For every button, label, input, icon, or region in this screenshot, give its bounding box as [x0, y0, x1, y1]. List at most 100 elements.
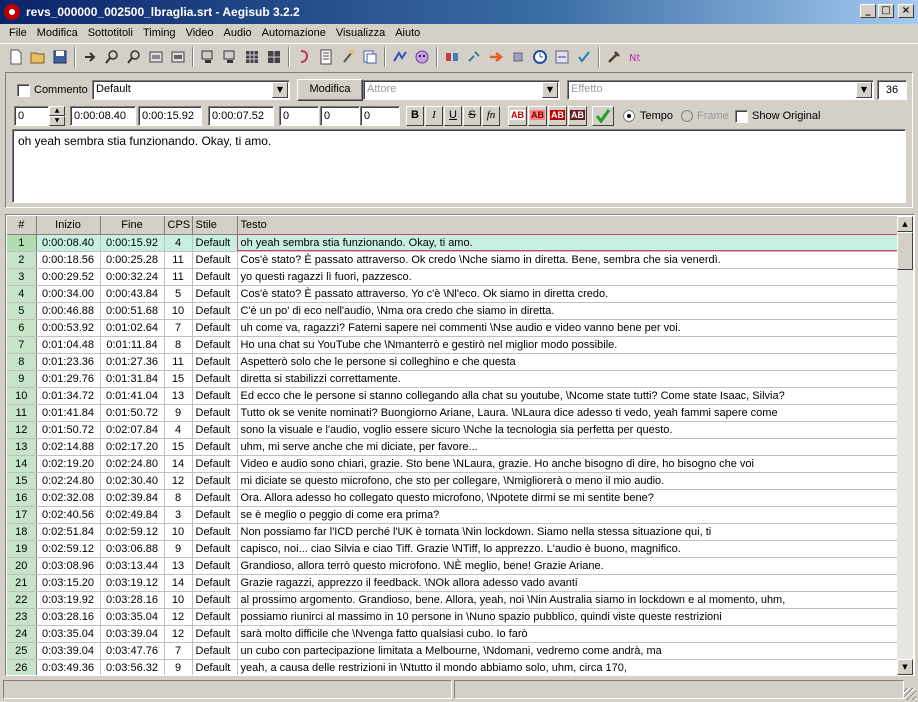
menu-sottotitoli[interactable]: Sottotitoli [83, 27, 138, 39]
menu-modifica[interactable]: Modifica [32, 27, 83, 39]
attachments-icon[interactable] [337, 46, 359, 68]
table-row[interactable]: 24 0:03:35.04 0:03:39.04 12 Default sarà molt… [7, 625, 898, 643]
table-row[interactable]: 25 0:03:39.04 0:03:47.76 7 Default un cubo co… [7, 642, 898, 660]
actor-field[interactable]: Attore ▼ [363, 80, 560, 100]
bold-button[interactable]: B [406, 106, 424, 126]
font-button[interactable]: fn [482, 106, 500, 126]
table-row[interactable]: 14 0:02:19.20 0:02:24.80 14 Default Video e a… [7, 455, 898, 473]
italic-button[interactable]: I [425, 106, 443, 126]
column-header-end[interactable]: Fine [100, 216, 165, 235]
find-icon[interactable] [463, 46, 485, 68]
video-details-icon[interactable] [197, 46, 219, 68]
table-row[interactable]: 7 0:01:04.48 0:01:11.84 8 Default Ho una chat… [7, 336, 898, 354]
snap-end-icon[interactable] [167, 46, 189, 68]
resize-grip-icon[interactable] [904, 688, 916, 700]
menu-audio[interactable]: Audio [219, 27, 257, 39]
table-row[interactable]: 18 0:02:51.84 0:02:59.12 10 Default Non possi… [7, 523, 898, 541]
scroll-thumb[interactable] [897, 232, 913, 270]
table-row[interactable]: 16 0:02:32.08 0:02:39.84 8 Default Ora. Allor… [7, 489, 898, 507]
outline-color-button[interactable]: AB [548, 106, 567, 126]
commit-button[interactable] [592, 106, 614, 126]
column-header-start[interactable]: Inizio [36, 216, 101, 235]
table-row[interactable]: 20 0:03:08.96 0:03:13.44 13 Default Grandioso… [7, 557, 898, 575]
effect-field[interactable]: Effetto ▼ [567, 80, 874, 100]
shift-times-icon[interactable] [485, 46, 507, 68]
open-folder-icon[interactable] [27, 46, 49, 68]
table-row[interactable]: 5 0:00:46.88 0:00:51.68 10 Default C'è un po'… [7, 302, 898, 320]
chevron-down-icon[interactable]: ▼ [272, 82, 288, 98]
video-frame-icon[interactable] [219, 46, 241, 68]
table-row[interactable]: 11 0:01:41.84 0:01:50.72 9 Default Tutto ok s… [7, 404, 898, 422]
table-row[interactable]: 17 0:02:40.56 0:02:49.84 3 Default se è megli… [7, 506, 898, 524]
save-icon[interactable] [49, 46, 71, 68]
table-row[interactable]: 13 0:02:14.88 0:02:17.20 15 Default uhm, mi s… [7, 438, 898, 456]
menu-timing[interactable]: Timing [138, 27, 181, 39]
fonts-collector-icon[interactable] [573, 46, 595, 68]
properties-icon[interactable] [359, 46, 381, 68]
snap-start-icon[interactable] [145, 46, 167, 68]
minimize-button[interactable]: _ [860, 4, 876, 18]
modify-style-button[interactable]: Modifica [297, 79, 363, 101]
aegisub-app-icon[interactable] [4, 4, 20, 20]
close-button[interactable]: × [898, 4, 914, 18]
table-row[interactable]: 3 0:00:29.52 0:00:32.24 11 Default yo questi … [7, 268, 898, 286]
frame-radio[interactable] [681, 110, 693, 122]
spellcheck-icon[interactable] [411, 46, 433, 68]
duration-field[interactable]: 0:00:07.52 [208, 106, 274, 126]
maximize-button[interactable]: □ [878, 4, 894, 18]
table-row[interactable]: 9 0:01:29.76 0:01:31.84 15 Default diretta si… [7, 370, 898, 388]
table-row[interactable]: 26 0:03:49.36 0:03:56.32 9 Default yeah, a ca… [7, 659, 898, 675]
jump-to-icon[interactable] [79, 46, 101, 68]
table-row[interactable]: 23 0:03:28.16 0:03:35.04 12 Default possiamo … [7, 608, 898, 626]
subtitle-text-editor[interactable]: oh yeah sembra stia funzionando. Okay, t… [12, 129, 906, 203]
column-header-number[interactable]: # [7, 216, 37, 235]
column-header-text[interactable]: Testo [237, 216, 898, 235]
show-original-checkbox[interactable] [735, 110, 748, 123]
table-row[interactable]: 10 0:01:34.72 0:01:41.04 13 Default Ed ecco c… [7, 387, 898, 405]
secondary-color-button[interactable]: AB [528, 106, 547, 126]
column-header-style[interactable]: Stile [192, 216, 238, 235]
underline-button[interactable]: U [444, 106, 462, 126]
chevron-down-icon[interactable]: ▼ [542, 82, 558, 98]
spin-down-icon[interactable]: ▼ [49, 116, 65, 126]
menu-video[interactable]: Video [181, 27, 219, 39]
margin-left-field[interactable]: 0 [279, 106, 319, 126]
spin-up-icon[interactable]: ▲ [49, 106, 65, 116]
time-radio[interactable] [623, 110, 635, 122]
primary-color-button[interactable]: AB [508, 106, 527, 126]
table-row[interactable]: 8 0:01:23.36 0:01:27.36 11 Default Aspetterò … [7, 353, 898, 371]
video-keyframe-icon[interactable] [263, 46, 285, 68]
translation-icon[interactable] [389, 46, 411, 68]
timing-postprocessor-icon[interactable] [507, 46, 529, 68]
resample-icon[interactable] [441, 46, 463, 68]
menu-automazione[interactable]: Automazione [257, 27, 331, 39]
margin-vertical-field[interactable]: 0 [360, 106, 400, 126]
strikeout-button[interactable]: S [463, 106, 481, 126]
table-row[interactable]: 12 0:01:50.72 0:02:07.84 4 Default sono la vi… [7, 421, 898, 439]
table-row[interactable]: 6 0:00:53.92 0:01:02.64 7 Default uh come va,… [7, 319, 898, 337]
scroll-up-icon[interactable]: ▲ [897, 216, 913, 232]
zoom-in-icon[interactable] [101, 46, 123, 68]
start-time-field[interactable]: 0:00:08.40 [70, 106, 136, 126]
layer-field[interactable]: 0 [14, 106, 49, 126]
comment-checkbox[interactable] [17, 84, 30, 97]
scroll-down-icon[interactable]: ▼ [897, 659, 913, 675]
table-row[interactable]: 22 0:03:19.92 0:03:28.16 10 Default al prossi… [7, 591, 898, 609]
menu-file[interactable]: File [0, 27, 32, 39]
table-row[interactable]: 15 0:02:24.80 0:02:30.40 12 Default mi diciat… [7, 472, 898, 490]
table-row[interactable]: 19 0:02:59.12 0:03:06.88 9 Default capisco, n… [7, 540, 898, 558]
table-row[interactable]: 21 0:03:15.20 0:03:19.12 14 Default Grazie ra… [7, 574, 898, 592]
video-grid-icon[interactable] [241, 46, 263, 68]
automation-icon[interactable] [293, 46, 315, 68]
table-row[interactable]: 4 0:00:34.00 0:00:43.84 5 Default Cos'è stato… [7, 285, 898, 303]
menu-aiuto[interactable]: Aiuto [390, 27, 425, 39]
table-row[interactable]: 1 0:00:08.40 0:00:15.92 4 Default oh yeah sem… [7, 234, 898, 252]
end-time-field[interactable]: 0:00:15.92 [138, 106, 202, 126]
table-row[interactable]: 2 0:00:18.56 0:00:25.28 11 Default Cos'è stat… [7, 251, 898, 269]
tools-icon[interactable] [603, 46, 625, 68]
nt-icon[interactable]: Nt [625, 46, 647, 68]
menu-visualizza[interactable]: Visualizza [331, 27, 390, 39]
grid-vertical-scrollbar[interactable]: ▲ ▼ [897, 216, 913, 675]
shadow-color-button[interactable]: AB [568, 106, 587, 126]
style-select[interactable]: Default ▼ [92, 80, 290, 100]
